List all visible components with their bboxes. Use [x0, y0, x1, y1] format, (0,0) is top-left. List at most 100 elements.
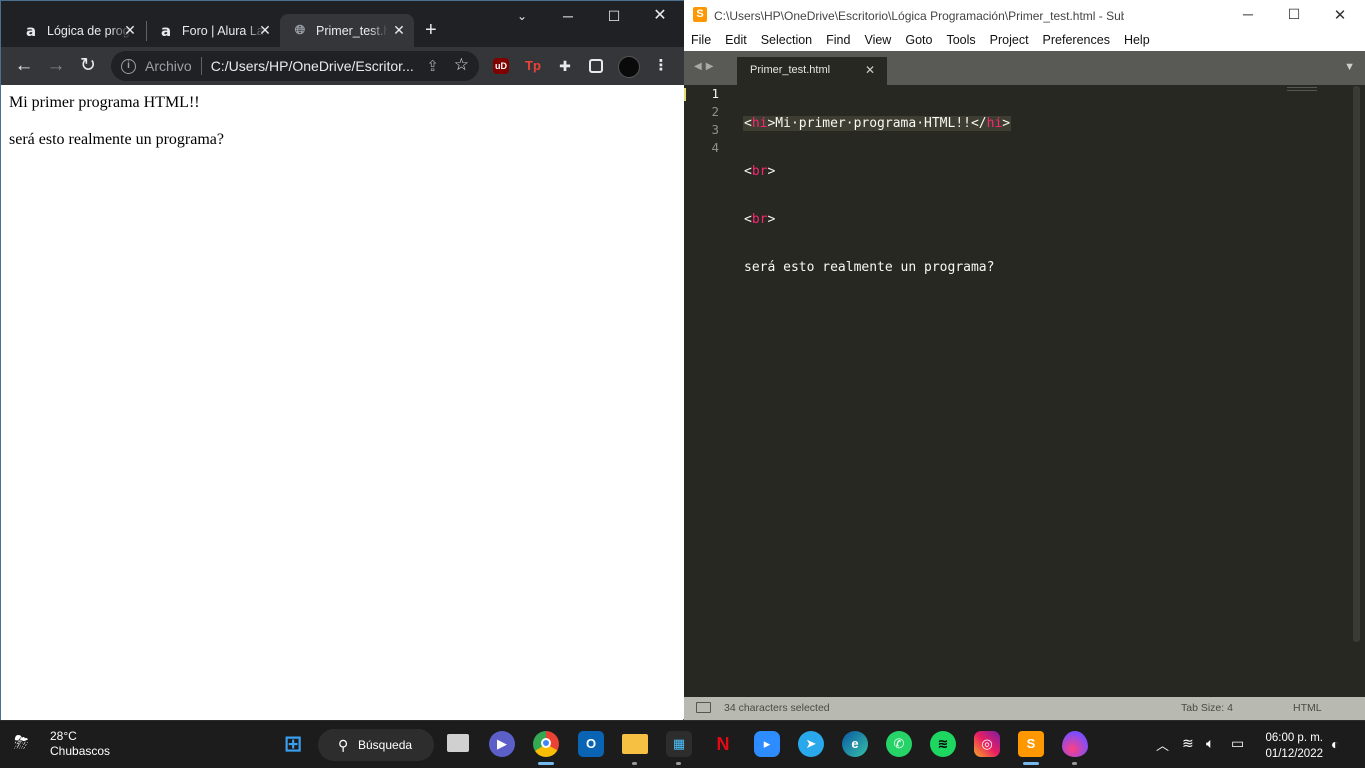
close-icon[interactable]: ✕	[392, 23, 406, 37]
microsoft-store-icon[interactable]: ▦	[666, 731, 692, 757]
globe-icon: 🌐︎	[294, 23, 306, 38]
weather-widget[interactable]: ⛈︎ 28°C Chubascos	[14, 729, 110, 759]
tab-size-setting[interactable]: Tab Size: 4	[1181, 697, 1233, 719]
code-line[interactable]: <hi>Mi·primer·programa·HTML!!</hi>	[743, 115, 1012, 133]
taskbar: ⛈︎ 28°C Chubascos ⊞ ⚲ Búsqueda ▶ O ▦ N ▸…	[0, 720, 1365, 768]
cloud-rain-icon: ⛈︎	[14, 732, 29, 752]
spotify-icon[interactable]: ≋	[930, 731, 956, 757]
new-tab-button[interactable]: +	[425, 19, 437, 41]
menu-view[interactable]: View	[864, 31, 891, 51]
code-token: >	[767, 164, 776, 179]
kebab-menu-icon[interactable]: ⋮	[653, 58, 669, 74]
instagram-icon[interactable]: ◎	[974, 731, 1000, 757]
close-window-button[interactable]: ✕	[637, 1, 683, 31]
weather-temp: 28°C	[50, 729, 77, 743]
tab-search-chevron-icon[interactable]: ⌄	[499, 1, 545, 31]
active-app-indicator	[538, 762, 554, 765]
file-explorer-icon[interactable]	[622, 734, 648, 754]
windows-start-icon[interactable]: ⊞	[280, 731, 306, 757]
tab-title: Foro | Alura Latam	[182, 23, 266, 38]
status-bar: 34 characters selected Tab Size: 4 HTML	[684, 697, 1365, 720]
netflix-icon[interactable]: N	[710, 731, 736, 757]
maximize-button[interactable]: ☐	[1284, 6, 1304, 23]
chrome-app-icon[interactable]	[533, 731, 559, 757]
clock-time: 06:00 p. m.	[1265, 732, 1323, 744]
sublime-window: S C:\Users\HP\OneDrive\Escritorio\Lógica…	[684, 0, 1365, 720]
menu-tools[interactable]: Tools	[946, 31, 975, 51]
menu-selection[interactable]: Selection	[761, 31, 812, 51]
menu-edit[interactable]: Edit	[725, 31, 747, 51]
battery-icon[interactable]: ▭	[1231, 735, 1244, 752]
maximize-button[interactable]: ☐	[591, 1, 637, 31]
menu-project[interactable]: Project	[990, 31, 1029, 51]
reload-icon[interactable]: ↻	[76, 55, 100, 77]
task-view-icon[interactable]	[447, 734, 469, 752]
zoom-icon[interactable]: ▸	[754, 731, 780, 757]
clock-date: 01/12/2022	[1265, 748, 1323, 760]
back-arrow-icon[interactable]: ←	[12, 55, 36, 77]
code-token: <	[744, 164, 752, 179]
volume-icon[interactable]: 🔈︎	[1206, 735, 1214, 752]
line-number: 4	[711, 140, 719, 155]
minimize-button[interactable]: ─	[1238, 6, 1258, 22]
notification-icon[interactable]: ◐	[1331, 736, 1339, 752]
search-icon: ⚲	[338, 737, 349, 753]
menu-goto[interactable]: Goto	[905, 31, 932, 51]
sublime-text-icon[interactable]: S	[1018, 731, 1044, 757]
panel-toggle-icon[interactable]	[696, 702, 711, 713]
extensions-puzzle-icon[interactable]: ✚	[557, 58, 573, 74]
close-icon[interactable]: ✕	[123, 23, 137, 37]
menu-preferences[interactable]: Preferences	[1043, 31, 1110, 51]
info-icon[interactable]: i	[121, 58, 136, 74]
tab-dropdown-icon[interactable]: ▼	[1344, 61, 1355, 73]
chevron-up-icon[interactable]: ︿	[1156, 735, 1169, 754]
menu-help[interactable]: Help	[1124, 31, 1150, 51]
running-app-indicator	[676, 762, 681, 765]
tab-logica[interactable]: a Lógica de programación ✕	[1, 14, 145, 47]
edge-icon[interactable]: e	[842, 731, 868, 757]
code-token: >	[1002, 116, 1011, 131]
omnibox-divider	[200, 57, 202, 75]
menu-file[interactable]: File	[691, 31, 711, 51]
editor-tab[interactable]: Primer_test.html ✕	[737, 57, 887, 85]
menu-find[interactable]: Find	[826, 31, 850, 51]
url-text[interactable]: C:/Users/HP/OneDrive/Escritor...	[211, 58, 414, 74]
code-line[interactable]: será esto realmente un programa?	[744, 259, 1011, 277]
tab-title: Lógica de programación	[47, 23, 131, 38]
minimap[interactable]	[1287, 87, 1317, 91]
code-token: <	[744, 116, 752, 131]
outlook-icon[interactable]: O	[578, 731, 604, 757]
ublock-extension-icon[interactable]: uD	[493, 58, 509, 74]
tab-primer-test[interactable]: 🌐︎ Primer_test.html ✕	[280, 14, 414, 47]
tab-foro[interactable]: a Foro | Alura Latam ✕	[136, 14, 280, 47]
share-icon[interactable]: ⇪	[426, 57, 439, 75]
code-line[interactable]: <br>	[744, 211, 1011, 229]
side-panel-icon[interactable]	[589, 59, 603, 73]
system-clock[interactable]: 06:00 p. m. 01/12/2022	[1265, 730, 1323, 762]
search-box[interactable]: ⚲ Búsqueda	[318, 729, 434, 761]
bookmark-star-icon[interactable]: ☆	[454, 55, 469, 75]
line-number: 3	[711, 122, 719, 137]
wifi-icon[interactable]: ≋	[1182, 735, 1194, 752]
code-token: >	[767, 212, 776, 227]
close-icon[interactable]: ✕	[865, 57, 875, 83]
code-editor[interactable]: <hi>Mi·primer·programa·HTML!!</hi> <br> …	[743, 85, 1012, 307]
tp-extension-icon[interactable]: Tp	[525, 58, 541, 74]
syntax-setting[interactable]: HTML	[1293, 697, 1322, 719]
vertical-scrollbar[interactable]	[1353, 86, 1360, 642]
page-content: Mi primer programa HTML!! será esto real…	[1, 85, 683, 721]
teams-chat-icon[interactable]: ▶	[489, 731, 515, 757]
address-bar[interactable]: i Archivo C:/Users/HP/OneDrive/Escritor.…	[111, 51, 479, 81]
code-token-tag: hi	[986, 116, 1003, 131]
forward-arrow-icon[interactable]: →	[44, 55, 68, 77]
minimize-button[interactable]: ─	[545, 1, 591, 31]
paint-drop-icon[interactable]	[1062, 731, 1088, 757]
telegram-icon[interactable]: ➤	[798, 731, 824, 757]
whatsapp-icon[interactable]: ✆	[886, 731, 912, 757]
tab-nav-arrows-icon[interactable]: ◀▶	[694, 61, 717, 72]
running-app-indicator	[632, 762, 637, 765]
profile-avatar[interactable]	[618, 56, 640, 78]
close-window-button[interactable]: ✕	[1330, 6, 1350, 24]
code-line[interactable]: <br>	[744, 163, 1011, 181]
close-icon[interactable]: ✕	[258, 23, 272, 37]
